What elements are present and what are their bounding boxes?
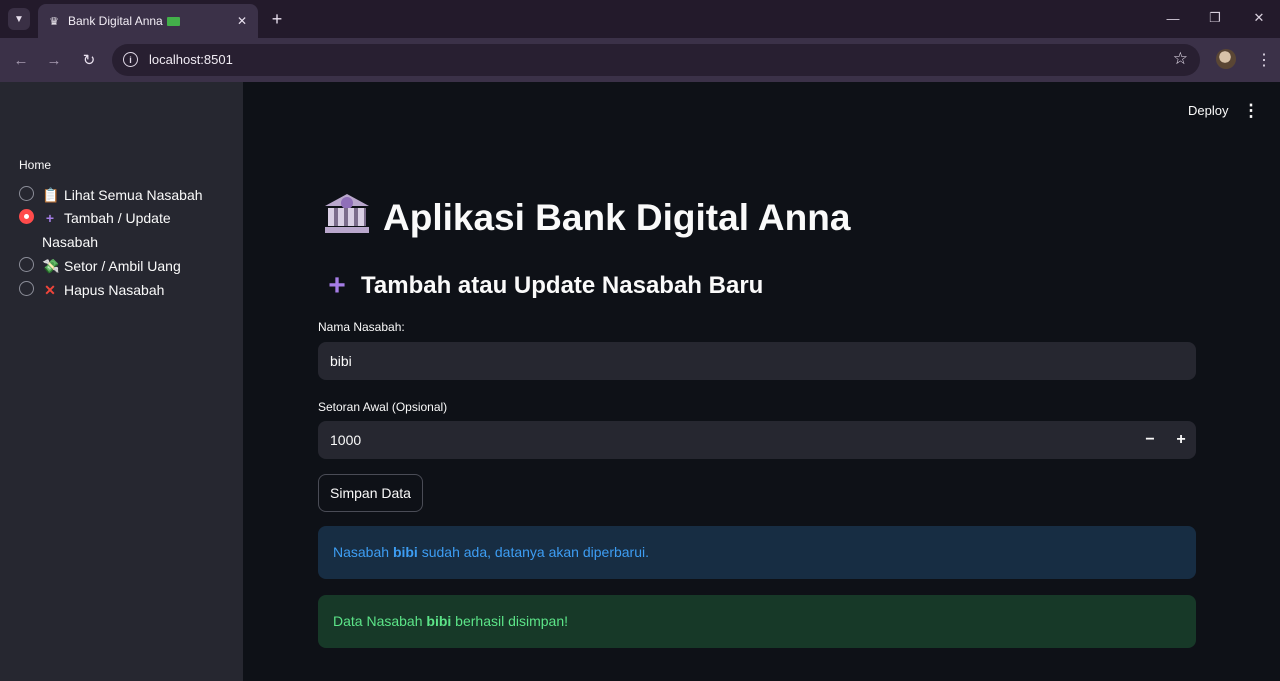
customer-name: bibi — [426, 613, 452, 629]
tab-search-button[interactable]: ▼ — [8, 8, 30, 30]
address-bar[interactable]: i localhost:8501 ☆ — [112, 44, 1200, 76]
sidebar-item-tambah-update[interactable]: + Tambah / Update Nasabah — [19, 206, 192, 254]
deploy-button[interactable]: Deploy — [1188, 103, 1228, 118]
increment-button[interactable]: + — [1166, 421, 1196, 459]
radio-button[interactable] — [19, 186, 34, 201]
browser-tab-bar: ▼ ♛ Bank Digital Anna ✕ + — ❐ ✕ — [0, 0, 1280, 38]
plus-icon: + — [45, 210, 55, 226]
close-window-button[interactable]: ✕ — [1244, 6, 1274, 30]
info-alert: Nasabah bibi sudah ada, datanya akan dip… — [318, 526, 1196, 579]
section-subtitle: Tambah atau Update Nasabah Baru — [361, 272, 764, 299]
tab-title: Bank Digital Anna — [68, 14, 163, 28]
decrement-button[interactable]: − — [1135, 421, 1165, 459]
url-text: localhost:8501 — [149, 52, 233, 67]
browser-tab[interactable]: ♛ Bank Digital Anna ✕ — [38, 4, 258, 38]
deposit-field-label: Setoran Awal (Opsional) — [318, 400, 448, 414]
minimize-button[interactable]: — — [1158, 6, 1188, 30]
sidebar: Home 📋 Lihat Semua Nasabah + Tambah / Upda… — [0, 82, 243, 681]
deposit-input[interactable] — [318, 421, 1118, 459]
cross-mark-icon: ✕ — [44, 282, 56, 298]
deposit-number-input: − + — [318, 421, 1196, 459]
sidebar-item-label: Hapus Nasabah — [64, 282, 165, 298]
sidebar-item-lihat-semua-nasabah[interactable]: 📋 Lihat Semua Nasabah — [19, 183, 217, 207]
sidebar-item-setor-ambil-uang[interactable]: 💸 Setor / Ambil Uang — [19, 254, 217, 278]
browser-toolbar: ← → ↻ i localhost:8501 ☆ ⋮ — [0, 38, 1280, 82]
radio-button-selected[interactable] — [19, 209, 34, 224]
radio-button[interactable] — [19, 257, 34, 272]
plus-icon: + — [328, 269, 346, 302]
close-tab-icon[interactable]: ✕ — [234, 13, 250, 29]
streamlit-favicon-icon: ♛ — [49, 15, 59, 28]
sidebar-item-label: Lihat Semua Nasabah — [64, 187, 203, 203]
app-menu-icon[interactable]: ⋮ — [1243, 100, 1260, 122]
page-title: Aplikasi Bank Digital Anna — [383, 197, 851, 238]
browser-menu-icon[interactable]: ⋮ — [1256, 50, 1272, 70]
restore-button[interactable]: ❐ — [1200, 6, 1230, 30]
back-button[interactable]: ← — [9, 48, 33, 72]
bookmark-star-icon[interactable]: ☆ — [1173, 49, 1188, 69]
customer-name: bibi — [392, 544, 418, 560]
radio-button[interactable] — [19, 281, 34, 296]
name-field-label: Nama Nasabah: — [318, 320, 405, 334]
site-info-icon[interactable]: i — [123, 52, 138, 67]
money-with-wings-icon: 💸 — [42, 258, 60, 274]
sidebar-item-hapus-nasabah[interactable]: ✕ Hapus Nasabah — [19, 278, 217, 302]
main-content: Deploy ⋮ Aplikasi Bank Digital Anna + Tam… — [243, 82, 1280, 681]
success-alert: Data Nasabah bibi berhasil disimpan! — [318, 595, 1196, 648]
name-input[interactable] — [318, 342, 1196, 380]
reload-button[interactable]: ↻ — [77, 48, 101, 72]
save-button[interactable]: Simpan Data — [318, 474, 423, 512]
new-tab-button[interactable]: + — [266, 8, 288, 30]
sidebar-item-label: Tambah / Update Nasabah — [42, 210, 171, 250]
clipboard-icon: 📋 — [42, 187, 60, 203]
sidebar-item-label: Setor / Ambil Uang — [64, 258, 181, 274]
forward-button[interactable]: → — [42, 48, 66, 72]
money-icon — [166, 17, 180, 26]
profile-avatar[interactable] — [1216, 49, 1236, 69]
sidebar-heading: Home — [19, 158, 52, 172]
bank-icon — [325, 194, 369, 234]
